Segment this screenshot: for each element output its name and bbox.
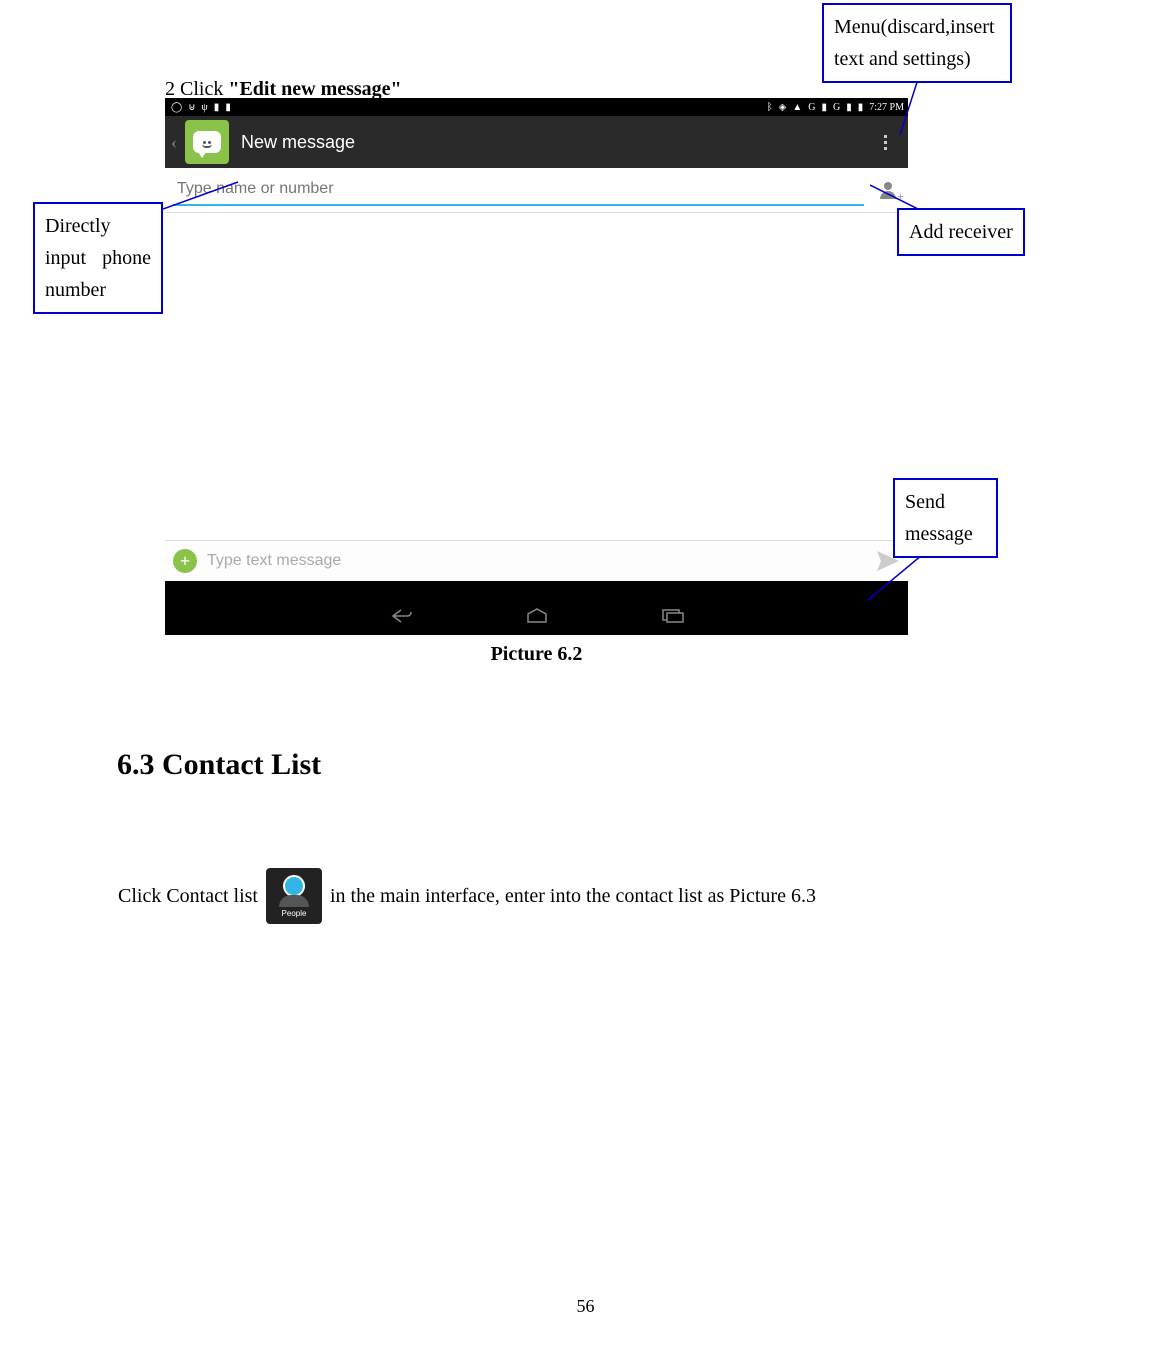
instruction-bold: "Edit new message"	[228, 78, 401, 100]
signal-bars-icon: ▮	[846, 102, 852, 113]
app-header: ‹ New message	[165, 116, 908, 168]
figure-caption: Picture 6.2	[165, 643, 908, 666]
nav-home-button[interactable]	[519, 606, 555, 626]
divider-bar	[165, 581, 908, 597]
nav-back-button[interactable]	[383, 606, 419, 626]
body-before: Click Contact list	[118, 885, 258, 908]
status-time: 7:27 PM	[869, 102, 904, 113]
card-icon: ▮	[225, 102, 231, 113]
screenshot-new-message: ◯ ⊎ ψ ▮ ▮ ᛒ ◈ ▲ G ▮ G ▮ ▮ 7:27 PM ‹ New …	[165, 98, 908, 635]
bluetooth-icon: ᛒ	[767, 102, 773, 113]
callout-input-number-text: Directly input phone number	[45, 215, 151, 301]
usb-icon: ⊎	[188, 102, 195, 113]
app-title: New message	[241, 132, 355, 153]
nav-recent-button[interactable]	[655, 606, 691, 626]
usb-icon: ψ	[202, 102, 208, 113]
card-icon: ▮	[214, 102, 220, 113]
system-nav-bar	[165, 597, 908, 635]
recipient-row: +	[165, 168, 908, 213]
status-bar: ◯ ⊎ ψ ▮ ▮ ᛒ ◈ ▲ G ▮ G ▮ ▮ 7:27 PM	[165, 98, 908, 116]
callout-add-receiver: Add receiver	[897, 208, 1025, 256]
message-content-area: + + Type text message	[165, 168, 908, 581]
overflow-menu-button[interactable]	[870, 116, 900, 168]
wifi-icon: ◈	[779, 102, 787, 113]
body-text: Click Contact list People in the main in…	[118, 868, 816, 924]
people-icon-label: People	[282, 909, 307, 918]
status-bar-left-icons: ◯ ⊎ ψ ▮ ▮	[171, 102, 231, 113]
callout-menu: Menu(discard,insert text and settings)	[822, 3, 1012, 83]
add-contact-button[interactable]: +	[876, 178, 900, 202]
attach-button[interactable]: +	[173, 549, 197, 573]
messaging-app-icon[interactable]	[185, 120, 229, 164]
section-heading: 6.3 Contact List	[117, 748, 321, 782]
plus-icon: +	[897, 189, 904, 204]
people-app-icon: People	[266, 868, 322, 924]
back-button[interactable]: ‹	[165, 116, 183, 168]
callout-input-number: Directly input phone number	[33, 202, 163, 314]
callout-add-receiver-text: Add receiver	[909, 221, 1013, 243]
callout-menu-text: Menu(discard,insert text and settings)	[834, 16, 995, 70]
signal-bars-icon: ▮	[821, 102, 827, 113]
signal-icon: ▲	[792, 102, 802, 113]
page-number: 56	[0, 1296, 1171, 1317]
recipient-input[interactable]	[173, 174, 864, 206]
message-input[interactable]: Type text message	[207, 552, 866, 570]
cellular-g-icon: G	[833, 102, 840, 113]
callout-send-message-text: Send message	[905, 491, 973, 545]
battery-icon: ▮	[858, 102, 864, 113]
body-after: in the main interface, enter into the co…	[330, 885, 816, 908]
person-icon	[880, 182, 896, 199]
callout-send-message: Send message	[893, 478, 998, 558]
compose-row: + Type text message	[165, 540, 908, 581]
cellular-g-icon: G	[808, 102, 815, 113]
status-icon: ◯	[171, 102, 182, 113]
instruction-prefix: 2 Click	[165, 78, 228, 100]
